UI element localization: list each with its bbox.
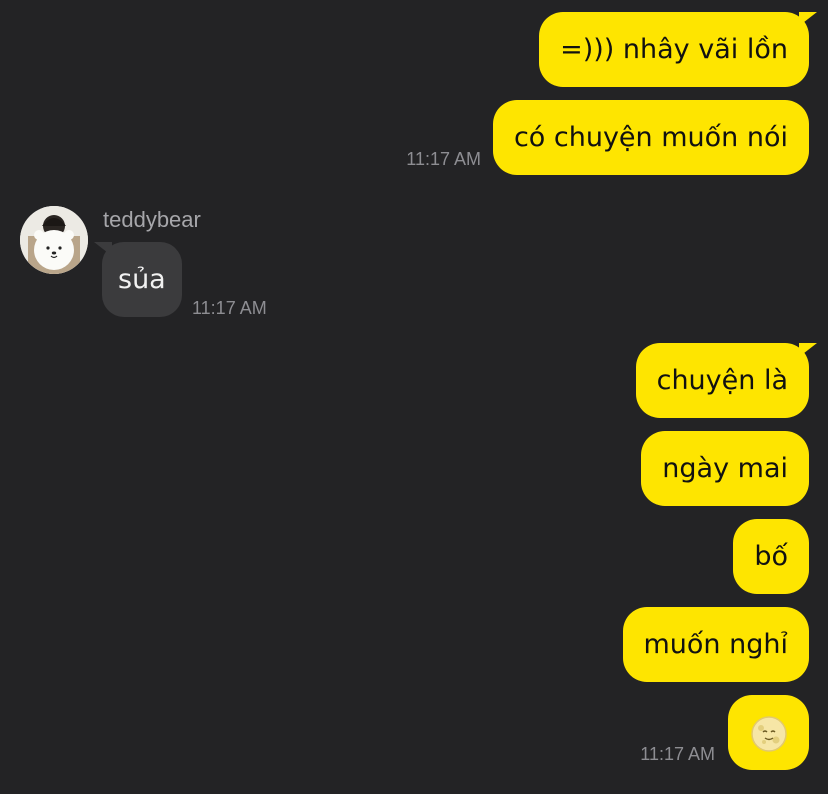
message-text: muốn nghỉ [643,629,789,660]
message-text: chuyện là [656,365,788,396]
incoming-message[interactable]: sủa [94,242,182,317]
outgoing-message[interactable]: có chuyện muốn nói [492,100,809,175]
sender-name: teddybear [103,207,201,232]
outgoing-emoji-message[interactable] [728,695,809,770]
message-text: có chuyện muốn nói [513,122,788,153]
avatar[interactable] [20,206,88,274]
outgoing-message[interactable]: bố [733,519,809,594]
chat-thread: =))) nhây vãi lồn có chuyện muốn nói 11:… [0,0,828,794]
message-text: bố [754,541,788,572]
outgoing-message[interactable]: ngày mai [641,431,809,506]
teddybear-avatar-icon [20,206,88,274]
message-timestamp: 11:17 AM [406,149,481,169]
outgoing-message[interactable]: muốn nghỉ [622,607,809,682]
message-text: =))) nhây vãi lồn [560,34,788,65]
message-timestamp: 11:17 AM [192,298,267,318]
moon-face-icon [750,715,787,752]
outgoing-message[interactable]: chuyện là [635,343,818,418]
outgoing-message[interactable]: =))) nhây vãi lồn [539,12,817,87]
message-timestamp: 11:17 AM [640,744,715,764]
message-text: ngày mai [662,453,788,484]
message-text: sủa [118,264,166,295]
